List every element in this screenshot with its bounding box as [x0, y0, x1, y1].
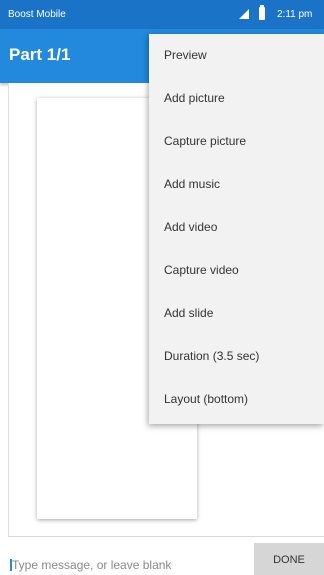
- carrier-label: Boost Mobile: [8, 9, 66, 20]
- overflow-menu: Preview Add picture Capture picture Add …: [149, 34, 324, 424]
- menu-item-layout[interactable]: Layout (bottom): [149, 378, 324, 421]
- signal-icon: [239, 9, 249, 19]
- done-button[interactable]: DONE: [254, 543, 324, 575]
- menu-item-add-music[interactable]: Add music: [149, 163, 324, 206]
- message-input[interactable]: [12, 555, 240, 575]
- menu-item-add-slide[interactable]: Add slide: [149, 292, 324, 335]
- status-clock: 2:11 pm: [277, 9, 313, 20]
- status-bar: Boost Mobile 2:11 pm: [0, 0, 324, 29]
- menu-item-preview[interactable]: Preview: [149, 34, 324, 77]
- page-title: Part 1/1: [9, 45, 71, 64]
- menu-item-capture-picture[interactable]: Capture picture: [149, 120, 324, 163]
- compose-bar: DONE: [0, 537, 324, 575]
- menu-item-duration[interactable]: Duration (3.5 sec): [149, 335, 324, 378]
- battery-icon: [259, 5, 265, 20]
- slideshow-editor-screen: Boost Mobile 2:11 pm Part 1/1 DONE Previ…: [0, 0, 324, 575]
- menu-item-add-video[interactable]: Add video: [149, 206, 324, 249]
- menu-item-add-picture[interactable]: Add picture: [149, 77, 324, 120]
- menu-item-capture-video[interactable]: Capture video: [149, 249, 324, 292]
